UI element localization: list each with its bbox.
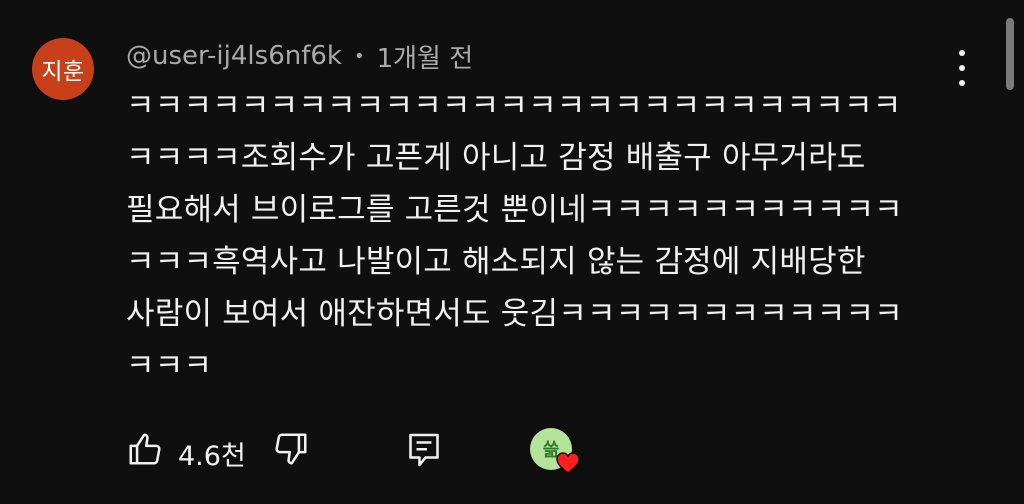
comment-text-line: ㅋㅋㅋㅋ조회수가 고픈게 아니고 감정 배출구 아무거라도 — [126, 140, 866, 176]
more-vert-icon — [959, 50, 965, 56]
reply-button[interactable] — [406, 430, 442, 470]
creator-heart-badge: 쓺 — [530, 428, 580, 474]
dislike-button[interactable] — [272, 430, 310, 468]
comment-header: @user-ij4ls6nf6k • 1개월 전 — [126, 34, 473, 78]
thumbs-up-icon — [129, 433, 161, 465]
like-count: 4.6천 — [178, 441, 246, 472]
comment-text-line: 사람이 보여서 애잔하면서도 웃김ㅋㅋㅋㅋㅋㅋㅋㅋㅋㅋㅋㅋ — [126, 296, 903, 332]
comment-text-line: 필요해서 브이로그를 고른것 뿐이네ㅋㅋㅋㅋㅋㅋㅋㅋㅋㅋㅋ — [126, 192, 903, 228]
scrollbar-thumb[interactable] — [1006, 18, 1014, 90]
comment-text-line: ㅋㅋㅋ — [126, 348, 213, 384]
more-vert-icon-dot — [959, 65, 965, 71]
like-button[interactable] — [126, 430, 164, 468]
author-name[interactable]: @user-ij4ls6nf6k — [126, 41, 342, 71]
separator-dot: • — [353, 45, 365, 67]
comment-text-line: ㅋㅋㅋㅋㅋㅋㅋㅋㅋㅋㅋㅋㅋㅋㅋㅋㅋㅋㅋㅋㅋㅋㅋㅋㅋㅋㅋ — [126, 88, 902, 124]
comment-actions: 4.6천 쓺 — [126, 424, 606, 480]
comment-text-line: ㅋㅋㅋ흑역사고 나발이고 해소되지 않는 감정에 지배당한 — [126, 244, 866, 280]
thumbs-down-icon — [275, 433, 307, 465]
more-vert-icon-dot — [959, 80, 965, 86]
reply-icon — [409, 433, 439, 467]
comment-text: ㅋㅋㅋㅋㅋㅋㅋㅋㅋㅋㅋㅋㅋㅋㅋㅋㅋㅋㅋㅋㅋㅋㅋㅋㅋㅋㅋ ㅋㅋㅋㅋ조회수가 고픈게… — [126, 80, 956, 392]
heart-icon — [556, 452, 580, 474]
comment-time[interactable]: 1개월 전 — [377, 38, 474, 75]
author-avatar[interactable]: 지훈 — [32, 38, 94, 100]
